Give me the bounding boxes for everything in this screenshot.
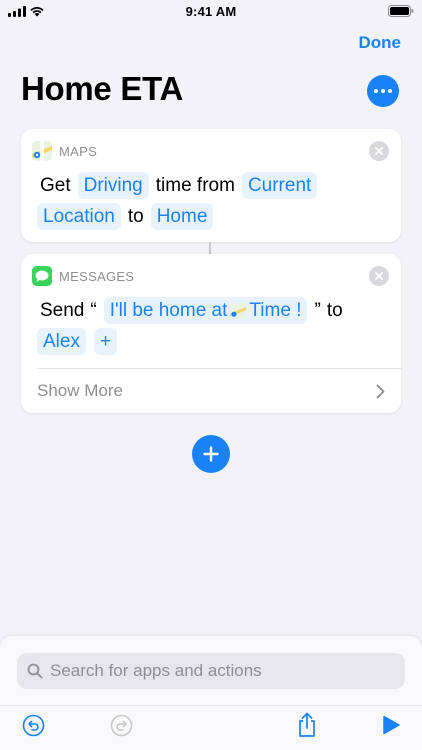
more-dot xyxy=(374,89,378,93)
token-recipient[interactable]: Alex xyxy=(37,328,86,355)
action-word: to xyxy=(127,205,144,227)
remove-action-button[interactable] xyxy=(369,141,389,161)
page-title: Home ETA xyxy=(21,70,184,107)
action-line-1: Get Driving time from Current xyxy=(37,172,321,199)
action-word: to xyxy=(326,299,343,321)
chevron-right-icon xyxy=(376,384,385,399)
more-options-button[interactable] xyxy=(367,75,399,107)
token-variable-time: Time ! xyxy=(249,299,302,321)
remove-action-button[interactable] xyxy=(369,266,389,286)
close-quote: ” xyxy=(314,299,321,321)
maps-app-icon xyxy=(230,302,247,319)
app-label: MAPS xyxy=(59,143,98,159)
action-line-2: Location to Home xyxy=(33,203,217,230)
token-text: I'll be home at xyxy=(109,299,228,321)
action-connector xyxy=(209,242,211,254)
messages-app-icon xyxy=(32,266,52,286)
action-word: Get xyxy=(40,174,71,196)
search-icon xyxy=(27,663,43,679)
undo-button[interactable] xyxy=(22,714,45,737)
maps-app-icon xyxy=(32,141,52,161)
action-card-messages[interactable]: MESSAGES Send “ I'll be home at Time ! ”… xyxy=(21,254,401,413)
card-divider xyxy=(37,368,401,369)
action-card-maps[interactable]: MAPS Get Driving time from Current Locat… xyxy=(21,129,401,242)
add-recipient-button[interactable]: + xyxy=(93,328,118,355)
status-time: 9:41 AM xyxy=(185,4,237,19)
token-destination[interactable]: Home xyxy=(150,203,214,230)
more-dot xyxy=(388,89,392,93)
token-message-text[interactable]: I'll be home at Time ! xyxy=(103,297,308,324)
token-from-location[interactable]: Current xyxy=(241,172,318,199)
token-transport-mode[interactable]: Driving xyxy=(77,172,149,199)
search-input[interactable]: Search for apps and actions xyxy=(17,653,405,689)
battery-icon xyxy=(388,5,414,17)
redo-button[interactable] xyxy=(110,714,133,737)
search-placeholder: Search for apps and actions xyxy=(50,661,262,680)
plus-icon xyxy=(203,446,219,462)
close-icon xyxy=(375,272,383,280)
share-button[interactable] xyxy=(296,712,318,738)
done-button[interactable]: Done xyxy=(359,33,402,53)
action-word: Send xyxy=(40,299,85,321)
close-icon xyxy=(375,147,383,155)
action-word: time from xyxy=(155,174,235,196)
card-header: MAPS xyxy=(32,141,97,161)
toolbar xyxy=(0,705,422,750)
status-bar: 9:41 AM xyxy=(0,0,422,26)
card-header: MESSAGES xyxy=(32,266,134,286)
more-dot xyxy=(381,89,385,93)
open-quote: “ xyxy=(90,299,97,321)
run-button[interactable] xyxy=(382,715,400,735)
action-line-1: Send “ I'll be home at Time ! ” to xyxy=(37,297,346,324)
show-more-button[interactable]: Show More xyxy=(37,381,123,401)
token-from-location-cont[interactable]: Location xyxy=(37,203,121,230)
app-label: MESSAGES xyxy=(59,268,135,284)
add-action-button[interactable] xyxy=(192,435,230,473)
action-line-2: Alex + xyxy=(33,328,121,355)
action-search-sheet: Search for apps and actions xyxy=(0,636,422,750)
